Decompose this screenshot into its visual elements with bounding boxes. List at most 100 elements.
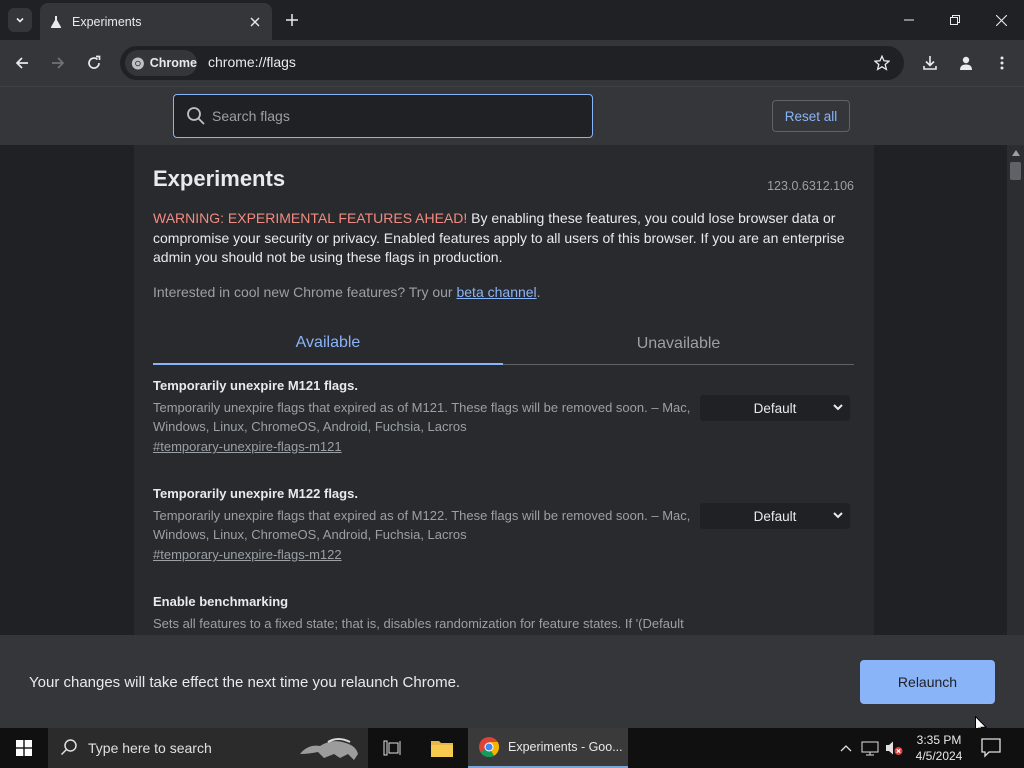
star-icon xyxy=(874,55,890,71)
minimize-icon xyxy=(904,19,914,21)
flag-description: Sets all features to a fixed state; that… xyxy=(153,616,684,631)
browser-toolbar: Chrome chrome://flags xyxy=(0,40,1024,86)
reset-all-button[interactable]: Reset all xyxy=(772,100,850,132)
chrome-logo-icon xyxy=(479,737,500,758)
arrow-left-icon xyxy=(15,57,28,69)
title-bar: Experiments xyxy=(0,0,1024,40)
network-button[interactable] xyxy=(860,738,880,758)
flag-description: Temporarily unexpire flags that expired … xyxy=(153,400,691,434)
tab-strip: Available Unavailable xyxy=(153,323,854,365)
scroll-up-button[interactable] xyxy=(1007,145,1024,161)
search-box[interactable] xyxy=(173,94,593,138)
search-input[interactable] xyxy=(212,105,572,127)
relaunch-button[interactable]: Relaunch xyxy=(860,660,995,704)
flag-name: Enable benchmarking xyxy=(153,594,289,609)
plus-icon xyxy=(286,14,298,26)
clock-date: 4/5/2024 xyxy=(915,749,963,763)
tab-available[interactable]: Available xyxy=(153,323,503,365)
chevron-down-icon xyxy=(16,17,24,23)
restore-icon xyxy=(950,15,960,25)
more-vert-icon xyxy=(1000,56,1004,70)
new-tab-button[interactable] xyxy=(280,8,304,32)
flag-select-value: Default xyxy=(753,400,797,416)
arrow-right-icon xyxy=(52,57,65,69)
flag-link[interactable]: #temporary-unexpire-flags-m122 xyxy=(153,547,342,562)
flag-description: Temporarily unexpire flags that expired … xyxy=(153,508,691,542)
clock-time: 3:35 PM xyxy=(916,733,962,747)
flag-item: Enable benchmarking Sets all features to… xyxy=(153,594,854,633)
taskbar-chrome-label: Experiments - Goo... xyxy=(508,740,623,754)
flag-select[interactable]: Default xyxy=(700,395,850,421)
beta-channel-link[interactable]: beta channel xyxy=(456,284,536,300)
scrollbar-thumb[interactable] xyxy=(1010,162,1021,180)
network-icon xyxy=(861,741,879,756)
page-title: Experiments xyxy=(153,166,286,191)
flask-icon xyxy=(50,15,62,28)
flag-item: Temporarily unexpire M121 flags. Tempora… xyxy=(153,378,854,456)
flag-link[interactable]: #temporary-unexpire-flags-m121 xyxy=(153,439,342,454)
tab-title: Experiments xyxy=(72,14,142,29)
profile-button[interactable] xyxy=(952,49,980,77)
start-button[interactable] xyxy=(0,728,48,768)
flag-select[interactable]: Default xyxy=(700,503,850,529)
search-icon xyxy=(60,739,77,756)
chevron-down-icon xyxy=(833,512,843,519)
reload-button[interactable] xyxy=(80,49,108,77)
taskbar-search-placeholder: Type here to search xyxy=(88,740,212,756)
address-bar[interactable]: Chrome chrome://flags xyxy=(120,46,904,80)
windows-logo-icon xyxy=(16,740,32,756)
restore-button[interactable] xyxy=(932,0,978,40)
url-text[interactable]: chrome://flags xyxy=(208,54,296,70)
screen: Experiments Chrome chrome://flags Search… xyxy=(0,0,1024,768)
warning-prefix: WARNING: EXPERIMENTAL FEATURES AHEAD! xyxy=(153,210,468,226)
close-icon xyxy=(995,14,1007,26)
folder-icon xyxy=(431,741,453,757)
flag-name: Temporarily unexpire M122 flags. xyxy=(153,486,358,501)
menu-button[interactable] xyxy=(988,49,1016,77)
tab-close-button[interactable] xyxy=(244,11,266,33)
tab-experiments[interactable]: Experiments xyxy=(40,3,272,40)
system-clock[interactable]: 3:35 PM 4/5/2024 xyxy=(908,732,970,764)
chrome-logo-icon xyxy=(131,56,144,70)
flag-select-value: Default xyxy=(753,508,797,524)
file-explorer-button[interactable] xyxy=(428,728,456,768)
chip-label: Chrome xyxy=(149,56,197,70)
close-icon xyxy=(250,17,260,26)
back-button[interactable] xyxy=(8,49,36,77)
relaunch-message: Your changes will take effect the next t… xyxy=(29,674,461,691)
relaunch-bar: Your changes will take effect the next t… xyxy=(0,635,1024,728)
content-area: Experiments 123.0.6312.106 WARNING: EXPE… xyxy=(0,145,1024,635)
taskbar: Type here to search Experiments - Goo...… xyxy=(0,728,1024,768)
volume-muted-icon xyxy=(886,741,903,755)
task-view-icon xyxy=(383,740,401,756)
caret-up-icon xyxy=(1011,150,1020,156)
interest-text: Interested in cool new Chrome features? … xyxy=(153,284,541,300)
flag-item: Temporarily unexpire M122 flags. Tempora… xyxy=(153,486,854,564)
volume-button[interactable] xyxy=(884,738,904,758)
site-chip[interactable]: Chrome xyxy=(125,50,197,76)
tray-overflow-button[interactable] xyxy=(836,738,856,758)
downloads-button[interactable] xyxy=(916,49,944,77)
anteater-icon xyxy=(300,738,358,760)
forward-button[interactable] xyxy=(44,49,72,77)
chevron-down-icon xyxy=(833,404,843,411)
notification-icon[interactable] xyxy=(980,737,1002,759)
reload-icon xyxy=(88,55,101,69)
flags-header: Reset all xyxy=(0,86,1024,145)
tab-search-button[interactable] xyxy=(8,8,32,32)
flag-name: Temporarily unexpire M121 flags. xyxy=(153,378,358,393)
task-view-button[interactable] xyxy=(378,728,406,768)
person-icon xyxy=(960,56,972,70)
version-text: 123.0.6312.106 xyxy=(767,179,854,193)
scrollbar[interactable] xyxy=(1007,145,1024,635)
experiments-panel: Experiments 123.0.6312.106 WARNING: EXPE… xyxy=(134,145,874,635)
bookmark-button[interactable] xyxy=(870,51,894,75)
taskbar-chrome[interactable]: Experiments - Goo... xyxy=(468,728,628,768)
warning-text: WARNING: EXPERIMENTAL FEATURES AHEAD! By… xyxy=(153,209,853,268)
close-window-button[interactable] xyxy=(978,0,1024,40)
minimize-button[interactable] xyxy=(886,0,932,40)
search-icon xyxy=(187,107,205,125)
chevron-up-icon xyxy=(840,745,852,752)
taskbar-search[interactable]: Type here to search xyxy=(48,728,368,768)
tab-unavailable[interactable]: Unavailable xyxy=(503,323,854,365)
